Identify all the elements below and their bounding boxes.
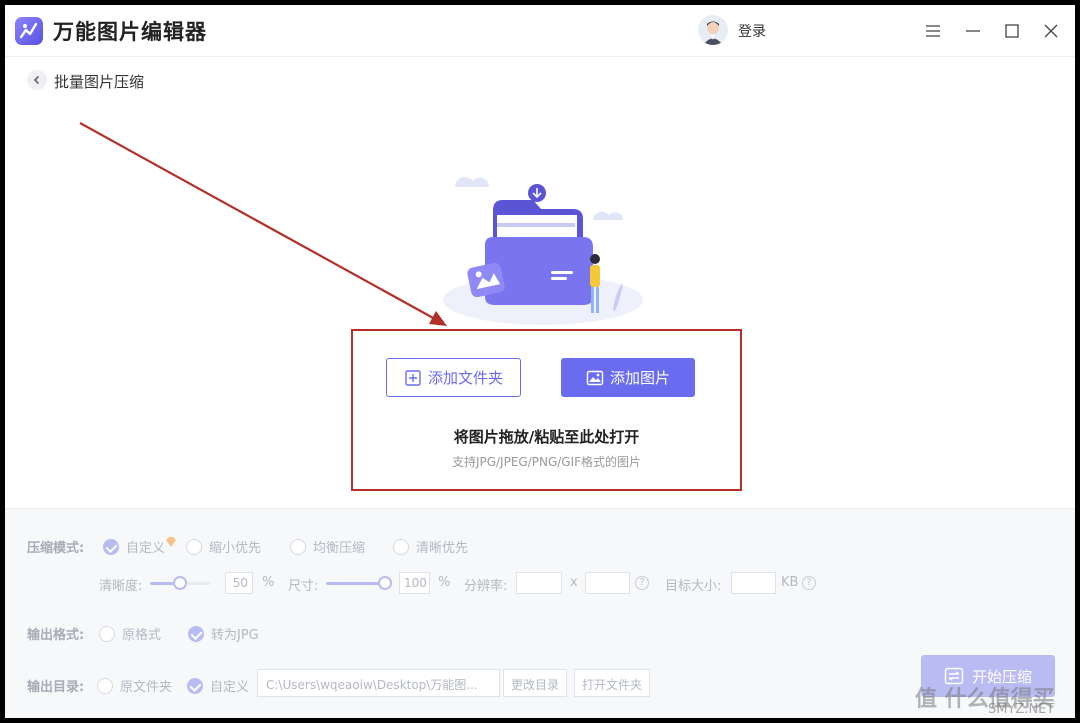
mode-label: 清晰优先 bbox=[416, 541, 469, 556]
minimize-icon[interactable] bbox=[959, 17, 987, 45]
resolution-width-input[interactable] bbox=[516, 572, 562, 594]
clarity-input[interactable]: 50 bbox=[225, 572, 253, 594]
title-bar: 万能图片编辑器 登录 bbox=[5, 5, 1075, 57]
kb-unit: KB bbox=[781, 575, 799, 590]
params-row: 清晰度: 50 % 尺寸: 100 % 分辨率: x ? 目标大小: KB ? bbox=[5, 572, 1075, 596]
upload-highlight-box bbox=[351, 329, 742, 491]
resolution-height-input[interactable] bbox=[585, 572, 630, 594]
format-option-jpg[interactable]: 转为JPG bbox=[188, 624, 259, 643]
output-format-row: 输出格式: 原格式 转为JPG bbox=[5, 621, 1075, 645]
watermark-sub: SMYZ.NET bbox=[988, 702, 1055, 717]
mode-option-balanced[interactable]: 均衡压缩 bbox=[290, 537, 365, 556]
close-icon[interactable] bbox=[1037, 17, 1065, 45]
mode-label: 缩小优先 bbox=[209, 541, 262, 556]
maximize-icon[interactable] bbox=[998, 17, 1026, 45]
dir-label: 自定义 bbox=[210, 680, 250, 695]
output-path-field[interactable]: C:\Users\wqeaoiw\Desktop\万能图... bbox=[257, 669, 500, 697]
clarity-label: 清晰度: bbox=[99, 579, 143, 594]
dir-option-custom[interactable]: 自定义 bbox=[187, 676, 249, 695]
output-dir-label: 输出目录: bbox=[27, 680, 85, 695]
mode-label: 自定义 bbox=[126, 541, 166, 556]
size-label: 尺寸: bbox=[288, 579, 319, 594]
radio-icon bbox=[97, 677, 113, 694]
radio-icon bbox=[393, 538, 409, 555]
format-option-original[interactable]: 原格式 bbox=[99, 624, 161, 643]
size-slider-fill bbox=[326, 582, 386, 585]
radio-icon bbox=[290, 538, 306, 555]
resolution-label: 分辨率: bbox=[464, 579, 508, 594]
mode-option-custom[interactable]: 自定义 bbox=[103, 536, 178, 556]
size-slider-handle[interactable] bbox=[378, 576, 392, 590]
radio-icon bbox=[186, 538, 202, 555]
radio-checked-icon bbox=[103, 538, 119, 555]
login-link[interactable]: 登录 bbox=[738, 21, 766, 41]
upload-illustration bbox=[443, 177, 643, 325]
vip-diamond-icon bbox=[166, 536, 177, 547]
radio-checked-icon bbox=[187, 677, 203, 694]
radio-checked-icon bbox=[188, 625, 204, 642]
mode-label: 均衡压缩 bbox=[313, 541, 366, 556]
target-size-label: 目标大小: bbox=[665, 579, 722, 594]
resolution-x: x bbox=[570, 575, 578, 590]
page-title: 批量图片压缩 bbox=[54, 73, 145, 91]
mode-option-clarity[interactable]: 清晰优先 bbox=[393, 537, 468, 556]
user-avatar-icon[interactable] bbox=[698, 15, 728, 45]
clarity-slider-handle[interactable] bbox=[173, 576, 187, 590]
change-dir-button[interactable]: 更改目录 bbox=[503, 669, 568, 697]
back-button[interactable] bbox=[27, 70, 47, 90]
format-label: 原格式 bbox=[122, 628, 162, 643]
open-folder-button[interactable]: 打开文件夹 bbox=[574, 669, 651, 697]
target-size-input[interactable] bbox=[731, 572, 776, 594]
size-input[interactable]: 100 bbox=[399, 572, 430, 594]
format-label: 转为JPG bbox=[211, 628, 259, 643]
percent-unit: % bbox=[438, 575, 451, 590]
app-logo-icon bbox=[15, 17, 43, 45]
dir-option-original[interactable]: 原文件夹 bbox=[97, 676, 172, 695]
mode-option-small[interactable]: 缩小优先 bbox=[186, 537, 261, 556]
radio-icon bbox=[99, 625, 115, 642]
compress-mode-row: 压缩模式: 自定义 缩小优先 均衡压缩 清晰优先 bbox=[5, 534, 1075, 558]
dir-label: 原文件夹 bbox=[120, 680, 173, 695]
help-icon[interactable]: ? bbox=[635, 576, 649, 590]
app-title: 万能图片编辑器 bbox=[53, 20, 207, 44]
percent-unit: % bbox=[262, 575, 275, 590]
menu-icon[interactable] bbox=[919, 17, 947, 45]
output-format-label: 输出格式: bbox=[27, 628, 85, 643]
chevron-left-icon bbox=[33, 75, 40, 85]
app-window: 万能图片编辑器 登录 批量图片压缩 添加文件夹 添加图片 将图片拖放/粘贴至此处… bbox=[5, 5, 1075, 718]
help-icon[interactable]: ? bbox=[802, 576, 816, 590]
compress-mode-label: 压缩模式: bbox=[27, 541, 85, 556]
